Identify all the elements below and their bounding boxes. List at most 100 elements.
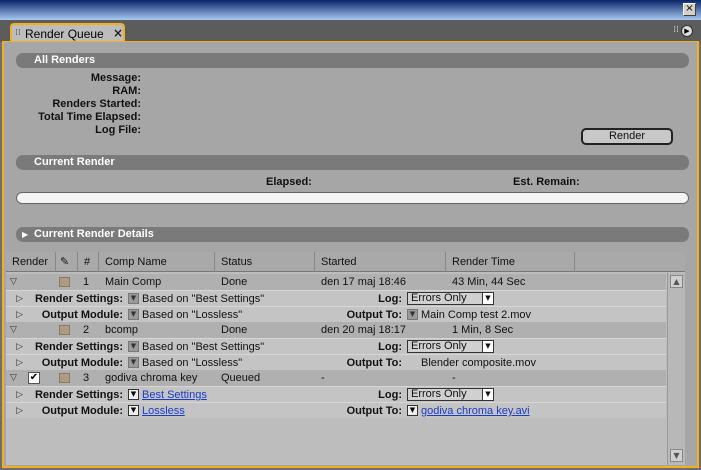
table-row[interactable]: ▽ ✔ 3 godiva chroma key Queued - - [6, 370, 666, 386]
render-settings-row: ▷ Render Settings: ▼ Based on "Best Sett… [6, 338, 666, 354]
output-module-label: Output Module: [41, 405, 123, 417]
log-select-value: Errors Only [411, 292, 467, 304]
output-to-value[interactable]: Main Comp test 2.mov [421, 307, 531, 323]
expand-icon[interactable]: ▷ [16, 339, 23, 355]
output-module-row: ▷ Output Module: ▼ Based on "Lossless" O… [6, 306, 666, 322]
render-settings-row: ▷ Render Settings: ▼ Based on "Best Sett… [6, 290, 666, 306]
dropdown-arrow-icon[interactable]: ▼ [128, 357, 139, 368]
expand-icon[interactable]: ▷ [16, 387, 23, 403]
est-remain-label: Est. Remain: [513, 176, 580, 188]
status: Done [221, 324, 248, 336]
table-row[interactable]: ▽ 1 Main Comp Done den 17 maj 18:46 43 M… [6, 274, 666, 290]
column-label[interactable]: ✎ [56, 252, 78, 272]
comp-name[interactable]: bcomp [105, 322, 138, 338]
log-select[interactable]: Errors Only ▼ [407, 340, 494, 353]
column-started[interactable]: Started [315, 252, 446, 272]
output-to-link[interactable]: godiva chroma key.avi [421, 403, 530, 419]
render-settings-label: Render Settings: [34, 341, 123, 353]
expand-icon[interactable]: ▷ [16, 307, 23, 323]
clip-icon: ✎ [60, 255, 70, 268]
comp-name[interactable]: godiva chroma key [105, 370, 197, 386]
expand-icon[interactable]: ▷ [16, 291, 23, 307]
column-comp-name[interactable]: Comp Name [99, 252, 215, 272]
expand-icon[interactable]: ▽ [10, 274, 17, 290]
panel-grip-icon[interactable]: ⁞⁞ [673, 25, 679, 35]
dropdown-arrow-icon[interactable]: ▼ [407, 405, 418, 416]
status: Done [221, 276, 248, 288]
all-renders-header: All Renders [16, 53, 689, 68]
status: Queued [221, 372, 261, 384]
column-render-time[interactable]: Render Time [446, 252, 575, 272]
column-number[interactable]: # [78, 252, 99, 272]
dropdown-arrow-icon[interactable]: ▼ [128, 341, 139, 352]
render-queue-panel: All Renders Message: RAM: Renders Starte… [2, 41, 699, 468]
expand-icon[interactable]: ▽ [10, 322, 17, 338]
panel-tab-row: ⁞⁞ Render Queue × ⁞⁞ ▶ [0, 20, 701, 42]
render-settings-link[interactable]: Best Settings [142, 387, 207, 403]
expand-icon[interactable]: ▷ [16, 403, 23, 419]
total-time-elapsed-label: Total Time Elapsed: [38, 111, 141, 123]
output-to-value[interactable]: Blender composite.mov [421, 355, 536, 371]
scroll-down-icon[interactable]: ▼ [670, 449, 683, 462]
dropdown-arrow-icon[interactable]: ▼ [407, 309, 418, 320]
log-select-value: Errors Only [411, 340, 467, 352]
label-color-swatch[interactable] [59, 325, 70, 335]
render-queue-table: Render ✎ # Comp Name Status Started Rend… [6, 252, 685, 465]
render-settings-label: Render Settings: [34, 293, 123, 305]
column-render[interactable]: Render [6, 252, 56, 272]
started: den 20 maj 18:17 [321, 324, 407, 336]
label-color-swatch[interactable] [59, 373, 70, 383]
dropdown-arrow-icon[interactable]: ▼ [128, 389, 139, 400]
job-number: 3 [83, 372, 90, 384]
render-time: 1 Min, 8 Sec [452, 324, 514, 336]
output-to-label: Output To: [346, 357, 402, 369]
dropdown-arrow-icon[interactable]: ▼ [128, 309, 139, 320]
render-button[interactable]: Render [581, 128, 673, 145]
elapsed-label: Elapsed: [266, 176, 312, 188]
log-select-value: Errors Only [411, 388, 467, 400]
all-renders-title: All Renders [34, 54, 96, 66]
details-expand-icon[interactable]: ▶ [22, 227, 28, 242]
current-render-details-header[interactable]: ▶ Current Render Details [16, 227, 689, 242]
output-module-link[interactable]: Lossless [142, 403, 185, 419]
output-module-value[interactable]: Based on "Lossless" [142, 307, 242, 323]
log-label: Log: [378, 389, 402, 401]
output-to-label: Output To: [346, 405, 402, 417]
output-module-value[interactable]: Based on "Lossless" [142, 355, 242, 371]
render-settings-label: Render Settings: [34, 389, 123, 401]
output-module-row: ▷ Output Module: ▼ Based on "Lossless" O… [6, 354, 666, 370]
render-settings-row: ▷ Render Settings: ▼ Best Settings Log: … [6, 386, 666, 402]
ram-label: RAM: [112, 85, 141, 97]
tab-grip-icon[interactable]: ⁞⁞ [15, 28, 21, 38]
dropdown-arrow-icon[interactable]: ▼ [128, 293, 139, 304]
current-render-title: Current Render [34, 156, 115, 168]
log-label: Log: [378, 293, 402, 305]
render-settings-value[interactable]: Based on "Best Settings" [142, 291, 264, 307]
table-header: Render ✎ # Comp Name Status Started Rend… [6, 252, 685, 272]
output-module-label: Output Module: [41, 357, 123, 369]
log-select[interactable]: Errors Only ▼ [407, 388, 494, 401]
column-status[interactable]: Status [215, 252, 315, 272]
renders-started-label: Renders Started: [52, 98, 141, 110]
message-label: Message: [90, 72, 141, 84]
render-settings-value[interactable]: Based on "Best Settings" [142, 339, 264, 355]
vertical-scrollbar[interactable]: ▲ ▼ [667, 273, 685, 465]
log-file-label: Log File: [95, 124, 141, 136]
log-select[interactable]: Errors Only ▼ [407, 292, 494, 305]
render-checkbox[interactable]: ✔ [28, 372, 40, 384]
expand-icon[interactable]: ▷ [16, 355, 23, 371]
expand-icon[interactable]: ▽ [10, 370, 17, 386]
scroll-up-icon[interactable]: ▲ [670, 275, 683, 288]
comp-name[interactable]: Main Comp [105, 274, 161, 290]
table-row[interactable]: ▽ 2 bcomp Done den 20 maj 18:17 1 Min, 8… [6, 322, 666, 338]
tab-render-queue[interactable]: ⁞⁞ Render Queue × [10, 23, 125, 42]
output-module-label: Output Module: [41, 309, 123, 321]
panel-menu-button[interactable]: ▶ [681, 25, 693, 37]
tab-close-icon[interactable]: × [113, 26, 123, 40]
label-color-swatch[interactable] [59, 277, 70, 287]
log-label: Log: [378, 341, 402, 353]
window-close-button[interactable]: × [683, 3, 696, 16]
dropdown-arrow-icon[interactable]: ▼ [128, 405, 139, 416]
job-number: 1 [83, 276, 90, 288]
output-to-label: Output To: [346, 309, 402, 321]
